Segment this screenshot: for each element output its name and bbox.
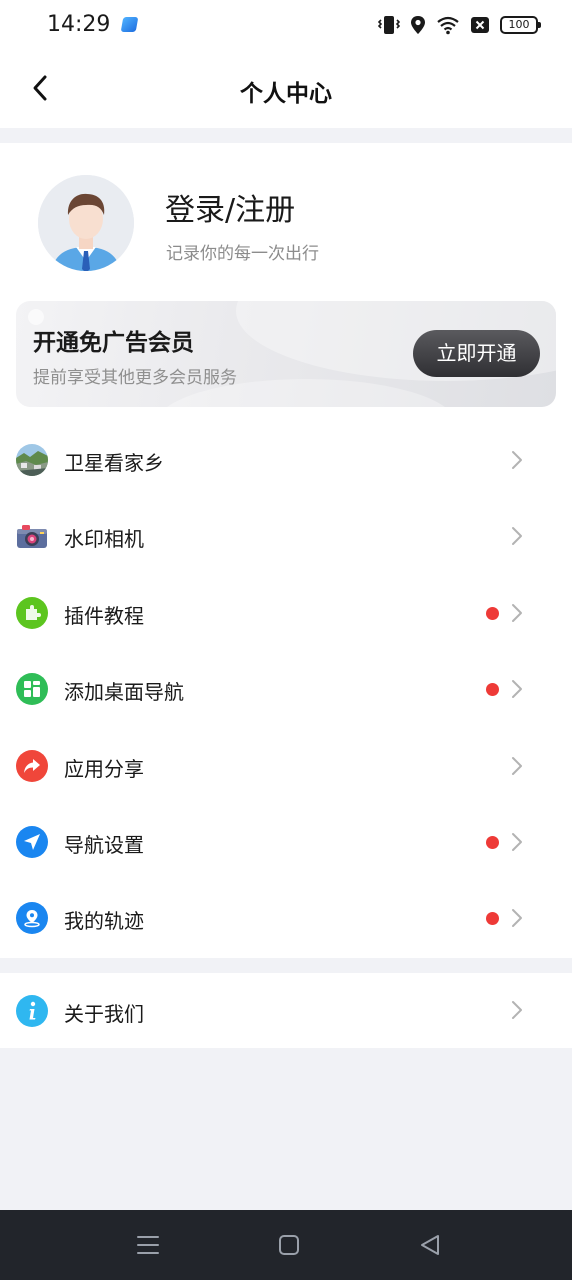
system-back-button[interactable] [417,1233,443,1257]
menu-item-about-us[interactable]: 关于我们 [0,973,572,1048]
login-register-link[interactable]: 登录/注册 [165,185,295,229]
puzzle-icon [16,596,48,629]
avatar[interactable] [38,175,134,271]
menu-icon [137,1236,159,1254]
satellite-landscape-icon [16,444,48,476]
app-icon [120,17,139,32]
menu-item-plugin-tutorial[interactable]: 插件教程 [0,575,572,651]
chevron-right-icon [512,451,522,469]
page-title: 个人中心 [240,81,332,107]
menu-item-my-track[interactable]: 我的轨迹 [0,880,572,956]
menu-item-label: 添加桌面导航 [64,680,184,705]
vip-subtitle: 提前享受其他更多会员服务 [33,368,237,388]
nav-header: 个人中心 [0,52,572,128]
status-time: 14:29 [47,12,111,37]
menu-item-watermark-camera[interactable]: 水印相机 [0,498,572,574]
notification-dot [486,606,499,620]
chevron-right-icon [512,680,522,699]
camera-icon [16,520,48,552]
chevron-right-icon [512,1001,522,1019]
menu-item-label: 导航设置 [64,832,144,857]
wifi-icon [437,16,459,35]
status-bar: 14:29 100 [0,0,572,52]
grid-icon [16,673,48,706]
chevron-right-icon [512,832,522,851]
menu-item-add-desktop-nav[interactable]: 添加桌面导航 [0,651,572,727]
profile-subtitle: 记录你的每一次出行 [166,244,319,264]
menu-list: 卫星看家乡 水印相机 插件教程 添加桌面导航 应用分享 导航设置 我的轨迹 [0,422,572,957]
battery-icon: 100 [500,16,541,34]
status-icons: 100 [378,14,541,36]
chevron-right-icon [512,603,522,622]
chevron-right-icon [512,527,522,546]
menu-button[interactable] [135,1233,161,1257]
system-navigation-bar [0,1210,572,1280]
menu-item-label: 关于我们 [64,1002,144,1026]
profile-section: 登录/注册 记录你的每一次出行 开通免广告会员 提前享受其他更多会员服务 立即开… [0,143,572,958]
menu-item-label: 插件教程 [64,603,144,628]
notification-dot [486,683,499,697]
menu-item-app-share[interactable]: 应用分享 [0,728,572,804]
home-icon [279,1235,299,1255]
about-section: 关于我们 [0,973,572,1048]
info-icon [16,995,48,1027]
location-icon [411,16,425,34]
vip-title: 开通免广告会员 [33,330,194,356]
menu-item-label: 应用分享 [64,756,144,781]
notification-dot [486,835,499,849]
chevron-right-icon [512,756,522,775]
navigation-arrow-icon [16,825,48,858]
home-button[interactable] [276,1233,302,1257]
chevron-right-icon [512,909,522,928]
menu-item-label: 水印相机 [64,527,144,552]
menu-item-nav-settings[interactable]: 导航设置 [0,804,572,880]
back-icon [421,1235,439,1255]
location-pin-icon [16,902,48,935]
menu-item-label: 我的轨迹 [64,909,144,934]
notification-dot [486,912,499,926]
menu-item-label: 卫星看家乡 [64,451,164,475]
vibrate-icon [378,16,400,34]
activate-vip-button[interactable]: 立即开通 [413,330,540,377]
share-icon [16,749,48,782]
no-sim-icon [471,17,489,33]
user-avatar-icon [38,175,134,271]
vip-card: 开通免广告会员 提前享受其他更多会员服务 立即开通 [16,301,556,407]
menu-item-satellite[interactable]: 卫星看家乡 [0,422,572,498]
